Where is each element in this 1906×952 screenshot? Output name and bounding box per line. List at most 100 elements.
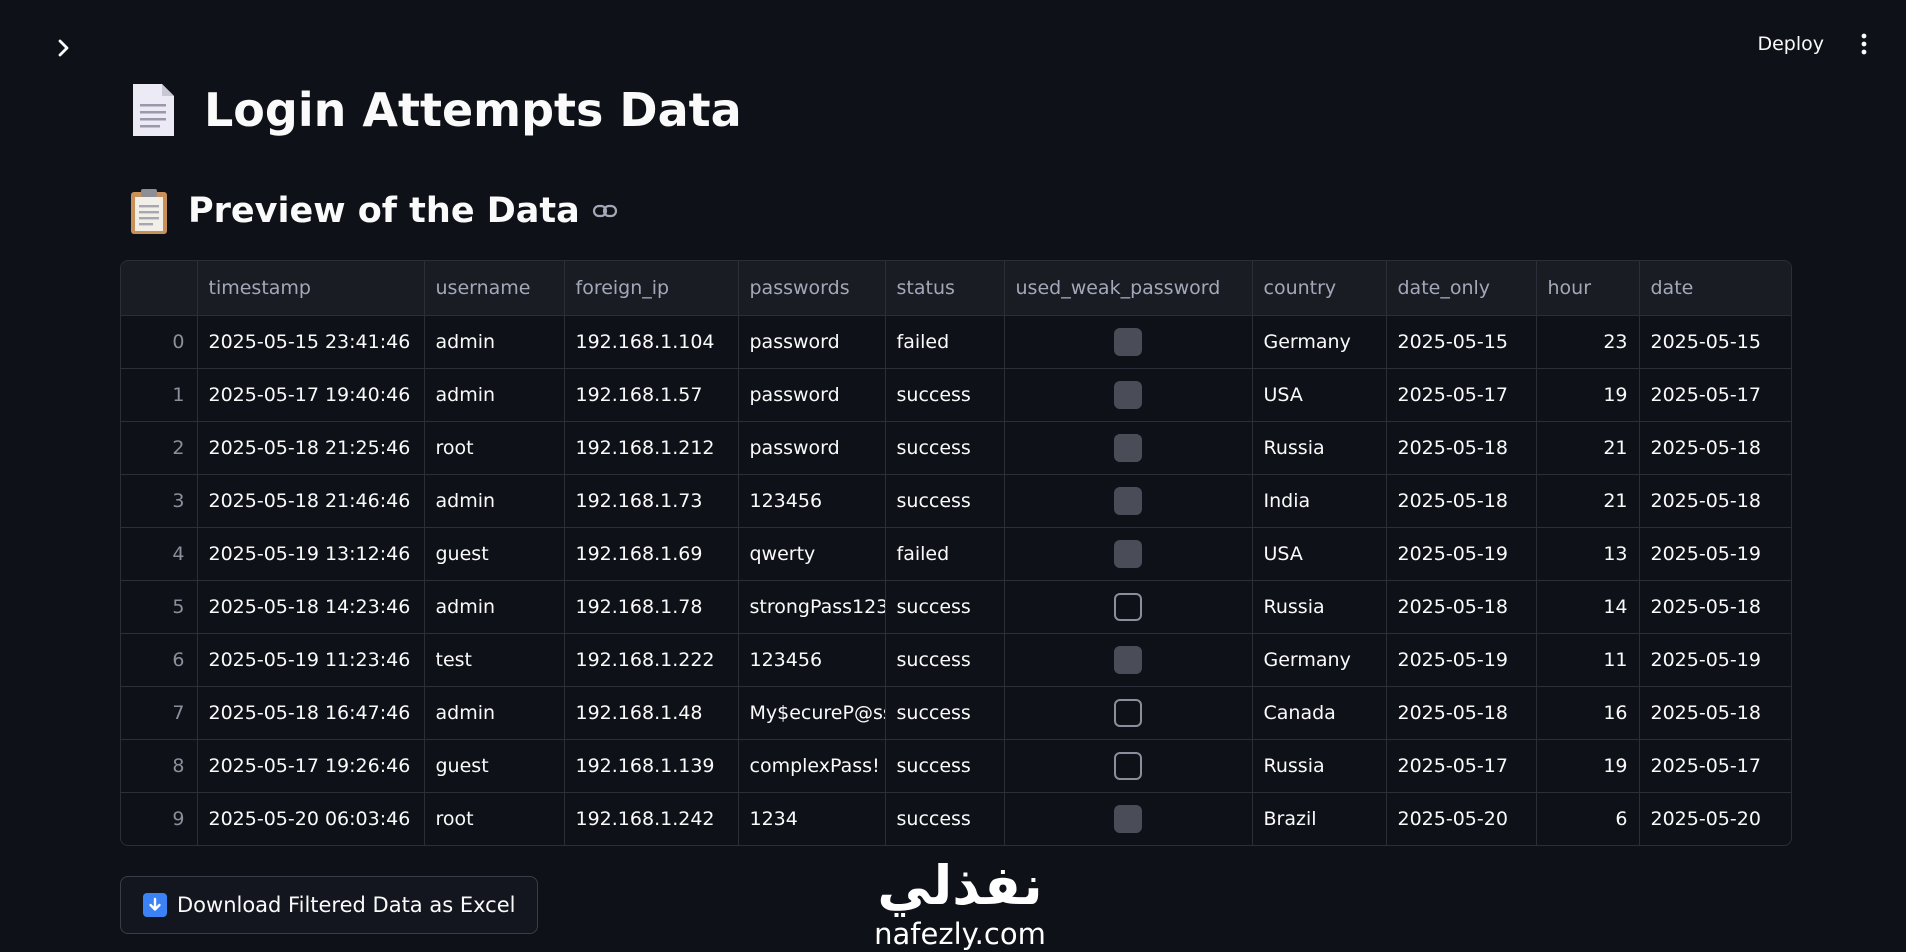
column-header-status[interactable]: status	[885, 261, 1005, 316]
download-excel-button[interactable]: Download Filtered Data as Excel	[120, 876, 539, 934]
cell-foreign-ip[interactable]: 192.168.1.242	[564, 792, 739, 845]
cell-date-only[interactable]: 2025-05-17	[1386, 368, 1537, 422]
deploy-button[interactable]: Deploy	[1745, 26, 1836, 62]
cell-date[interactable]: 2025-05-18	[1639, 421, 1791, 475]
column-header-used-weak-password[interactable]: used_weak_password	[1004, 261, 1253, 316]
cell-foreign-ip[interactable]: 192.168.1.104	[564, 315, 739, 369]
cell-hour[interactable]: 14	[1536, 580, 1640, 634]
cell-timestamp[interactable]: 2025-05-18 14:23:46	[197, 580, 425, 634]
column-header-hour[interactable]: hour	[1536, 261, 1640, 316]
cell-username[interactable]: admin	[424, 474, 565, 528]
sidebar-expand-button[interactable]	[48, 32, 80, 64]
cell-date-only[interactable]: 2025-05-18	[1386, 686, 1537, 740]
cell-hour[interactable]: 16	[1536, 686, 1640, 740]
cell-foreign-ip[interactable]: 192.168.1.139	[564, 739, 739, 793]
table-row[interactable]: 0 2025-05-15 23:41:46 admin 192.168.1.104 pa…	[121, 315, 1791, 369]
table-row[interactable]: 9 2025-05-20 06:03:46 root 192.168.1.242 123…	[121, 792, 1791, 846]
cell-date[interactable]: 2025-05-19	[1639, 527, 1791, 581]
cell-country[interactable]: USA	[1252, 527, 1387, 581]
cell-index[interactable]: 9	[121, 792, 198, 845]
cell-passwords[interactable]: password	[738, 368, 886, 422]
cell-date[interactable]: 2025-05-20	[1639, 793, 1791, 846]
cell-date[interactable]: 2025-05-18	[1639, 580, 1791, 634]
column-header-timestamp[interactable]: timestamp	[197, 261, 425, 316]
cell-passwords[interactable]: qwerty	[738, 527, 886, 581]
cell-status[interactable]: success	[885, 792, 1005, 845]
cell-used-weak-password[interactable]	[1004, 686, 1253, 740]
cell-passwords[interactable]: password	[738, 421, 886, 475]
cell-passwords[interactable]: 1234	[738, 792, 886, 845]
cell-foreign-ip[interactable]: 192.168.1.48	[564, 686, 739, 740]
cell-username[interactable]: guest	[424, 527, 565, 581]
cell-hour[interactable]: 19	[1536, 368, 1640, 422]
cell-timestamp[interactable]: 2025-05-18 21:25:46	[197, 421, 425, 475]
cell-passwords[interactable]: My$ecureP@ss	[738, 686, 886, 740]
cell-date-only[interactable]: 2025-05-17	[1386, 739, 1537, 793]
column-header-index[interactable]	[121, 261, 198, 316]
cell-country[interactable]: India	[1252, 474, 1387, 528]
cell-username[interactable]: root	[424, 421, 565, 475]
cell-passwords[interactable]: password	[738, 315, 886, 369]
column-header-date-only[interactable]: date_only	[1386, 261, 1537, 316]
cell-status[interactable]: failed	[885, 527, 1005, 581]
cell-timestamp[interactable]: 2025-05-17 19:40:46	[197, 368, 425, 422]
cell-date-only[interactable]: 2025-05-18	[1386, 580, 1537, 634]
main-menu-button[interactable]	[1846, 26, 1882, 62]
cell-hour[interactable]: 13	[1536, 527, 1640, 581]
cell-hour[interactable]: 21	[1536, 421, 1640, 475]
cell-timestamp[interactable]: 2025-05-19 11:23:46	[197, 633, 425, 687]
cell-hour[interactable]: 21	[1536, 474, 1640, 528]
cell-date-only[interactable]: 2025-05-20	[1386, 792, 1537, 845]
cell-used-weak-password[interactable]	[1004, 527, 1253, 581]
cell-foreign-ip[interactable]: 192.168.1.57	[564, 368, 739, 422]
cell-used-weak-password[interactable]	[1004, 368, 1253, 422]
cell-timestamp[interactable]: 2025-05-15 23:41:46	[197, 315, 425, 369]
cell-used-weak-password[interactable]	[1004, 421, 1253, 475]
cell-username[interactable]: admin	[424, 580, 565, 634]
cell-hour[interactable]: 23	[1536, 315, 1640, 369]
anchor-link[interactable]	[592, 197, 620, 225]
cell-index[interactable]: 1	[121, 368, 198, 422]
cell-date[interactable]: 2025-05-19	[1639, 633, 1791, 687]
cell-timestamp[interactable]: 2025-05-19 13:12:46	[197, 527, 425, 581]
table-row[interactable]: 1 2025-05-17 19:40:46 admin 192.168.1.57 pas…	[121, 368, 1791, 422]
cell-index[interactable]: 3	[121, 474, 198, 528]
cell-foreign-ip[interactable]: 192.168.1.73	[564, 474, 739, 528]
cell-used-weak-password[interactable]	[1004, 792, 1253, 845]
cell-status[interactable]: failed	[885, 315, 1005, 369]
cell-country[interactable]: Canada	[1252, 686, 1387, 740]
cell-country[interactable]: Brazil	[1252, 792, 1387, 845]
table-row[interactable]: 6 2025-05-19 11:23:46 test 192.168.1.222 123…	[121, 633, 1791, 687]
cell-country[interactable]: Russia	[1252, 421, 1387, 475]
table-row[interactable]: 5 2025-05-18 14:23:46 admin 192.168.1.78 str…	[121, 580, 1791, 634]
cell-date-only[interactable]: 2025-05-19	[1386, 633, 1537, 687]
cell-status[interactable]: success	[885, 474, 1005, 528]
cell-index[interactable]: 8	[121, 739, 198, 793]
column-header-username[interactable]: username	[424, 261, 565, 316]
table-row[interactable]: 3 2025-05-18 21:46:46 admin 192.168.1.73 123…	[121, 474, 1791, 528]
cell-username[interactable]: admin	[424, 368, 565, 422]
cell-used-weak-password[interactable]	[1004, 633, 1253, 687]
cell-hour[interactable]: 19	[1536, 739, 1640, 793]
cell-used-weak-password[interactable]	[1004, 315, 1253, 369]
cell-index[interactable]: 0	[121, 315, 198, 369]
table-row[interactable]: 2 2025-05-18 21:25:46 root 192.168.1.212 pas…	[121, 421, 1791, 475]
data-table[interactable]: timestamp username foreign_ip passwords …	[120, 260, 1792, 846]
cell-country[interactable]: Germany	[1252, 633, 1387, 687]
cell-status[interactable]: success	[885, 686, 1005, 740]
cell-passwords[interactable]: 123456	[738, 474, 886, 528]
cell-used-weak-password[interactable]	[1004, 739, 1253, 793]
cell-index[interactable]: 4	[121, 527, 198, 581]
cell-status[interactable]: success	[885, 633, 1005, 687]
cell-status[interactable]: success	[885, 739, 1005, 793]
cell-passwords[interactable]: complexPass!	[738, 739, 886, 793]
cell-date-only[interactable]: 2025-05-19	[1386, 527, 1537, 581]
cell-country[interactable]: USA	[1252, 368, 1387, 422]
column-header-date[interactable]: date	[1639, 261, 1791, 316]
cell-username[interactable]: admin	[424, 686, 565, 740]
cell-username[interactable]: admin	[424, 315, 565, 369]
cell-username[interactable]: root	[424, 792, 565, 845]
cell-timestamp[interactable]: 2025-05-18 21:46:46	[197, 474, 425, 528]
cell-foreign-ip[interactable]: 192.168.1.222	[564, 633, 739, 687]
cell-passwords[interactable]: strongPass123	[738, 580, 886, 634]
